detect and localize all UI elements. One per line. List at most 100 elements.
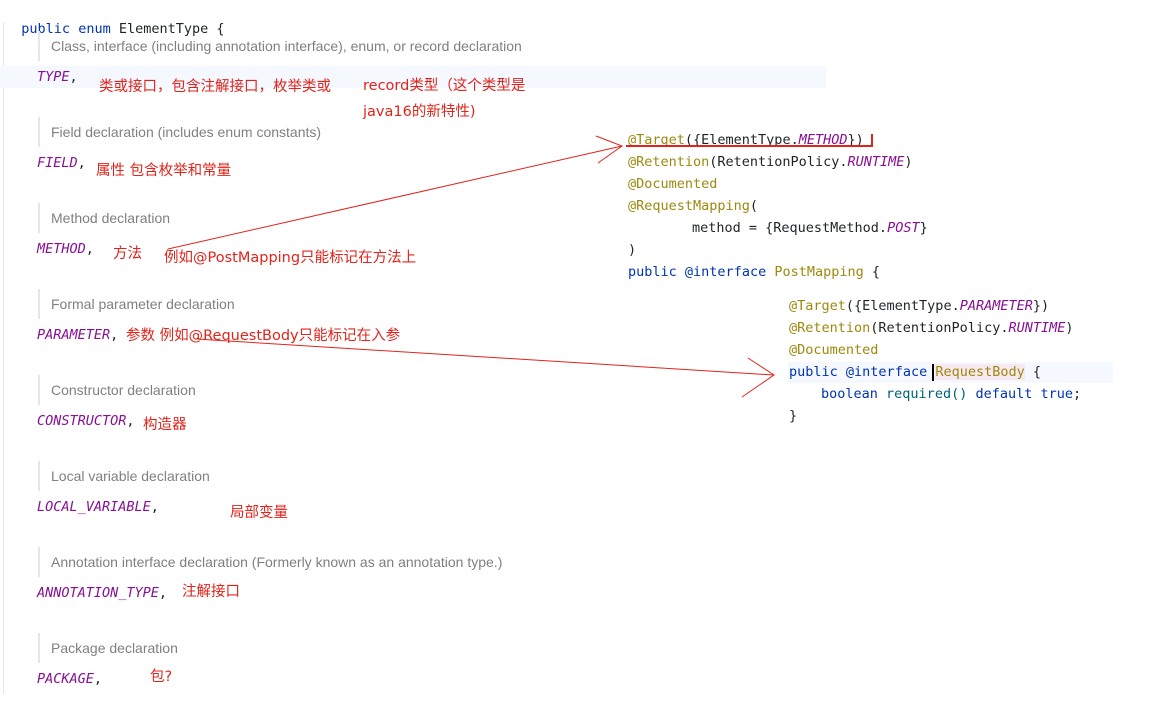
doc-bar [38,31,40,61]
note-constructor: 构造器 [143,417,187,433]
constant-name: PACKAGE [37,671,94,687]
constant-name: ANNOTATION_TYPE [37,585,159,601]
rb-interface-name: RequestBody [935,364,1025,380]
enum-constant-constructor[interactable]: CONSTRUCTOR, [37,413,135,429]
note-parameter: 参数 例如@RequestBody只能标记在入参 [126,328,401,344]
doc-comment-annotation-type: Annotation interface declaration (Former… [51,554,503,570]
constant-name: TYPE [37,69,70,85]
rb-member-type: boolean [821,386,878,402]
pm-rm-open: ( [749,198,759,214]
doc-comment-local-variable: Local variable declaration [51,468,210,484]
rb-target-open: ({ElementType. [845,298,960,314]
enum-constant-parameter[interactable]: PARAMETER, [37,327,118,343]
enum-open-brace: { [216,21,225,37]
pm-target-value: METHOD [798,132,848,148]
doc-bar [38,289,40,319]
arrowhead-requestbody [741,357,775,398]
note-field: 属性 包含枚举和常量 [96,163,232,179]
arrowhead-postmapping [595,135,624,164]
note-type-c: java16的新特性) [363,104,476,120]
pm-target-annotation: @Target [628,132,685,148]
doc-bar [38,461,40,491]
pm-interface-name: PostMapping [774,264,864,280]
pm-retention-annotation: @Retention [628,154,710,170]
note-annotation-type: 注解接口 [182,584,240,600]
enum-constant-type[interactable]: TYPE, [37,69,78,85]
rb-target-line: @Target({ElementType.PARAMETER}) [789,298,1049,314]
doc-comment-package: Package declaration [51,640,178,656]
constant-separator: , [126,413,135,429]
arrow-method-to-postmapping [167,145,623,250]
rb-keyword-interface: @interface [845,364,928,380]
pm-target-close: }) [847,132,864,148]
constant-separator: , [77,155,86,171]
rb-open-brace: { [1032,364,1042,380]
doc-comment-type: Class, interface (including annotation i… [51,38,522,54]
enum-name: ElementType [118,21,209,37]
constant-name: CONSTRUCTOR [37,413,127,429]
enum-constant-annotation-type[interactable]: ANNOTATION_TYPE, [37,585,167,601]
constant-separator: , [69,69,78,85]
pm-close-paren-line: ) [628,242,637,258]
pm-method-line: method = {RequestMethod.POST} [692,220,928,236]
pm-request-mapping-annotation: @RequestMapping [628,198,750,214]
rb-target-value: PARAMETER [959,298,1033,314]
pm-method-key: method = {RequestMethod. [692,220,888,236]
rb-target-annotation: @Target [789,298,846,314]
constant-separator: , [110,327,119,343]
enum-constant-field[interactable]: FIELD, [37,155,86,171]
constant-name: PARAMETER [37,327,111,343]
pm-method-close: } [919,220,928,236]
rb-member-line: boolean required() default true; [821,386,1081,402]
pm-retention-close: ) [904,154,913,170]
rb-target-close: }) [1032,298,1050,314]
pm-retention-value: RUNTIME [847,154,905,170]
constant-separator: , [85,241,94,257]
constant-separator: , [93,671,103,687]
rb-member-name: required() [886,386,968,402]
pm-keyword-interface: @interface [684,264,767,280]
constant-name: LOCAL_VARIABLE [37,499,151,515]
pm-target-line: @Target({ElementType.METHOD}) [628,132,864,148]
pm-open-brace: { [871,264,881,280]
doc-bar [38,633,40,663]
keyword-enum: enum [78,21,111,37]
note-package: 包? [150,669,173,685]
enum-constant-method[interactable]: METHOD, [37,241,94,257]
rb-keyword-default: default [975,386,1033,402]
doc-bar [38,547,40,577]
rb-declaration-line: public @interface RequestBody { [789,364,1041,380]
keyword-public: public [21,21,71,37]
note-type-b: record类型（这个类型是 [363,78,526,94]
text-caret [932,364,934,381]
pm-documented-line: @Documented [628,176,718,192]
pm-request-mapping-line: @RequestMapping( [628,198,758,214]
constant-name: METHOD [37,241,86,257]
rb-retention-close: ) [1065,320,1074,336]
rb-semicolon: ; [1073,386,1082,402]
doc-bar [38,203,40,233]
rb-documented-line: @Documented [789,342,879,358]
note-method-b: 例如@PostMapping只能标记在方法上 [164,250,417,266]
constant-separator: , [158,585,168,601]
rb-retention-line: @Retention(RetentionPolicy.RUNTIME) [789,320,1074,336]
doc-comment-parameter: Formal parameter declaration [51,296,235,312]
doc-comment-field: Field declaration (includes enum constan… [51,124,322,140]
rb-retention-value: RUNTIME [1008,320,1066,336]
doc-comment-constructor: Constructor declaration [51,382,196,398]
enum-constant-package[interactable]: PACKAGE, [37,671,102,687]
rb-retention-annotation: @Retention [789,320,871,336]
note-local-variable: 局部变量 [230,505,288,521]
rb-keyword-public: public [789,364,838,380]
doc-comment-method: Method declaration [51,210,171,226]
enum-constant-local-variable[interactable]: LOCAL_VARIABLE, [37,499,159,515]
rb-member-value: true [1040,386,1074,402]
pm-declaration-line: public @interface PostMapping { [628,264,880,280]
rb-retention-open: (RetentionPolicy. [870,320,1009,336]
doc-bar [38,117,40,147]
pm-retention-line: @Retention(RetentionPolicy.RUNTIME) [628,154,913,170]
pm-keyword-public: public [628,264,677,280]
pm-retention-open: (RetentionPolicy. [709,154,848,170]
rb-close-brace-line: } [789,408,798,424]
indent-guide [3,22,4,694]
